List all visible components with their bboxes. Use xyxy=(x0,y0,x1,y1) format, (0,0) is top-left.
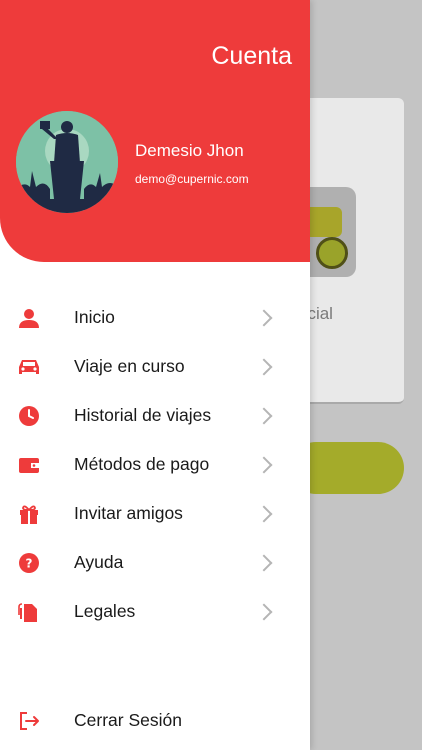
avatar-speaker-icon xyxy=(16,111,118,213)
logout-label: Cerrar Sesión xyxy=(74,710,182,730)
help-icon: ? xyxy=(18,552,40,574)
chevron-right-icon xyxy=(255,358,273,375)
menu-item-legales[interactable]: Legales xyxy=(0,587,310,636)
chevron-right-icon xyxy=(255,554,273,571)
menu-item-label: Métodos de pago xyxy=(74,454,210,474)
documents-icon xyxy=(18,601,40,623)
svg-text:?: ? xyxy=(26,556,33,570)
menu-item-label: Viaje en curso xyxy=(74,356,185,376)
menu-item-viaje-en-curso[interactable]: Viaje en curso xyxy=(0,342,310,391)
gift-icon xyxy=(18,503,40,525)
menu-item-label: Invitar amigos xyxy=(74,503,183,523)
user-name: Demesio Jhon xyxy=(135,141,244,160)
car-icon xyxy=(18,356,40,378)
menu-item-historial[interactable]: Historial de viajes xyxy=(0,391,310,440)
chevron-right-icon xyxy=(255,505,273,522)
page-title: Cuenta xyxy=(211,42,292,70)
user-email: demo@cupernic.com xyxy=(135,172,249,186)
menu-list: Inicio Viaje en curso Historial de viaje… xyxy=(0,293,310,636)
logout-icon xyxy=(18,710,40,732)
avatar[interactable] xyxy=(16,111,118,213)
chevron-right-icon xyxy=(255,407,273,424)
clock-icon xyxy=(316,237,348,269)
chevron-right-icon xyxy=(255,603,273,620)
menu-item-metodos-de-pago[interactable]: Métodos de pago xyxy=(0,440,310,489)
chevron-right-icon xyxy=(255,456,273,473)
menu-item-invitar-amigos[interactable]: Invitar amigos xyxy=(0,489,310,538)
navigation-drawer: Cuenta Demesio Jhon demo@cupernic.com In… xyxy=(0,0,310,750)
drawer-header: Cuenta Demesio Jhon demo@cupernic.com xyxy=(0,0,310,262)
menu-item-ayuda[interactable]: ? Ayuda xyxy=(0,538,310,587)
menu-item-label: Legales xyxy=(74,601,136,621)
wallet-icon xyxy=(18,454,40,476)
menu-item-label: Ayuda xyxy=(74,552,124,572)
logout-button[interactable]: Cerrar Sesión xyxy=(0,696,310,745)
menu-item-inicio[interactable]: Inicio xyxy=(0,293,310,342)
menu-item-label: Historial de viajes xyxy=(74,405,212,425)
menu-item-label: Inicio xyxy=(74,307,115,327)
chevron-right-icon xyxy=(255,309,273,326)
user-icon xyxy=(18,307,40,329)
clock-icon xyxy=(18,405,40,427)
